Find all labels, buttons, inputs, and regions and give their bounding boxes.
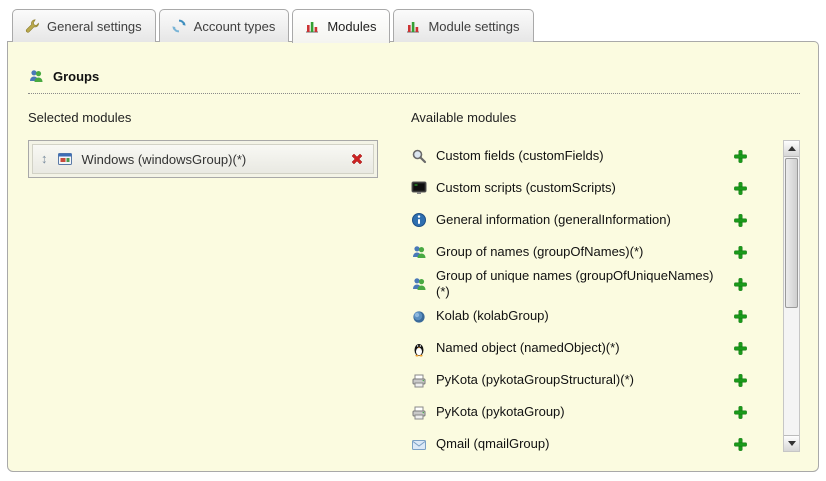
add-module-button[interactable] (733, 245, 748, 260)
windows-module-icon (57, 151, 73, 167)
chart-icon (304, 18, 320, 34)
available-modules-column: Available modules Custom fields (customF… (411, 110, 800, 456)
magnifier-icon (411, 148, 427, 164)
add-module-button[interactable] (733, 341, 748, 356)
module-label: Kolab (kolabGroup) (436, 308, 724, 324)
add-module-button[interactable] (733, 373, 748, 388)
mail-icon (411, 437, 427, 453)
tab-account-types[interactable]: Account types (159, 9, 290, 42)
drag-handle-icon[interactable]: ↕ (41, 152, 48, 166)
arrow-up-icon (788, 146, 796, 151)
module-label: Custom fields (customFields) (436, 148, 724, 164)
add-module-button[interactable] (733, 213, 748, 228)
module-label: PyKota (pykotaGroupStructural)(*) (436, 372, 724, 388)
scroll-up-button[interactable] (784, 141, 799, 157)
sync-icon (171, 18, 187, 34)
module-label: Qmail (qmailGroup) (436, 436, 724, 452)
add-module-button[interactable] (733, 309, 748, 324)
wrench-icon (24, 18, 40, 34)
add-module-button[interactable] (733, 405, 748, 420)
scrollbar[interactable] (783, 140, 800, 452)
tab-bar: General settings Account types Modules M… (0, 0, 826, 42)
printer-icon (411, 373, 427, 389)
module-label: Group of unique names (groupOfUniqueName… (436, 268, 724, 301)
kolab-icon (411, 309, 427, 325)
tab-general-settings[interactable]: General settings (12, 9, 156, 42)
group-icon (28, 68, 44, 84)
group-icon (411, 276, 427, 292)
selected-module-label: Windows (windowsGroup)(*) (82, 152, 341, 167)
delete-module-button[interactable] (349, 151, 365, 167)
scroll-down-button[interactable] (784, 435, 799, 451)
selected-modules-box: ↕ Windows (windowsGroup)(*) (28, 140, 378, 178)
list-item: Qmail (qmailGroup) (411, 429, 770, 457)
list-item: PyKota (pykotaGroupStructural)(*) (411, 365, 770, 397)
printer-icon (411, 405, 427, 421)
list-item: General information (generalInformation) (411, 204, 770, 236)
terminal-icon (411, 180, 427, 196)
list-item: Group of unique names (groupOfUniqueName… (411, 268, 770, 301)
tab-label: Modules (327, 19, 376, 34)
list-item: Named object (namedObject)(*) (411, 333, 770, 365)
info-icon (411, 212, 427, 228)
module-label: Group of names (groupOfNames)(*) (436, 244, 724, 260)
content-panel: Groups Selected modules ↕ Windows (windo… (7, 41, 819, 472)
module-label: General information (generalInformation) (436, 212, 724, 228)
tab-label: Account types (194, 19, 276, 34)
module-columns: Selected modules ↕ Windows (windowsGroup… (28, 110, 800, 456)
add-module-button[interactable] (733, 181, 748, 196)
available-modules-heading: Available modules (411, 110, 800, 125)
selected-modules-heading: Selected modules (28, 110, 411, 125)
tab-modules[interactable]: Modules (292, 9, 390, 43)
selected-module-row[interactable]: ↕ Windows (windowsGroup)(*) (32, 144, 374, 174)
selected-modules-column: Selected modules ↕ Windows (windowsGroup… (28, 110, 411, 456)
tab-module-settings[interactable]: Module settings (393, 9, 533, 42)
tab-label: Module settings (428, 19, 519, 34)
penguin-icon (411, 341, 427, 357)
list-item: Custom scripts (customScripts) (411, 172, 770, 204)
module-label: PyKota (pykotaGroup) (436, 404, 724, 420)
tab-label: General settings (47, 19, 142, 34)
group-icon (411, 244, 427, 260)
list-item: Custom fields (customFields) (411, 140, 770, 172)
list-item: Kolab (kolabGroup) (411, 301, 770, 333)
section-title: Groups (53, 69, 99, 84)
chart-icon (405, 18, 421, 34)
available-modules-list: Custom fields (customFields) Custom scri… (411, 140, 800, 456)
module-label: Named object (namedObject)(*) (436, 340, 724, 356)
list-item: Group of names (groupOfNames)(*) (411, 236, 770, 268)
list-item: PyKota (pykotaGroup) (411, 397, 770, 429)
add-module-button[interactable] (733, 437, 748, 452)
arrow-down-icon (788, 441, 796, 446)
module-label: Custom scripts (customScripts) (436, 180, 724, 196)
section-header-groups: Groups (28, 68, 800, 94)
add-module-button[interactable] (733, 149, 748, 164)
add-module-button[interactable] (733, 277, 748, 292)
scrollbar-thumb[interactable] (785, 158, 798, 308)
